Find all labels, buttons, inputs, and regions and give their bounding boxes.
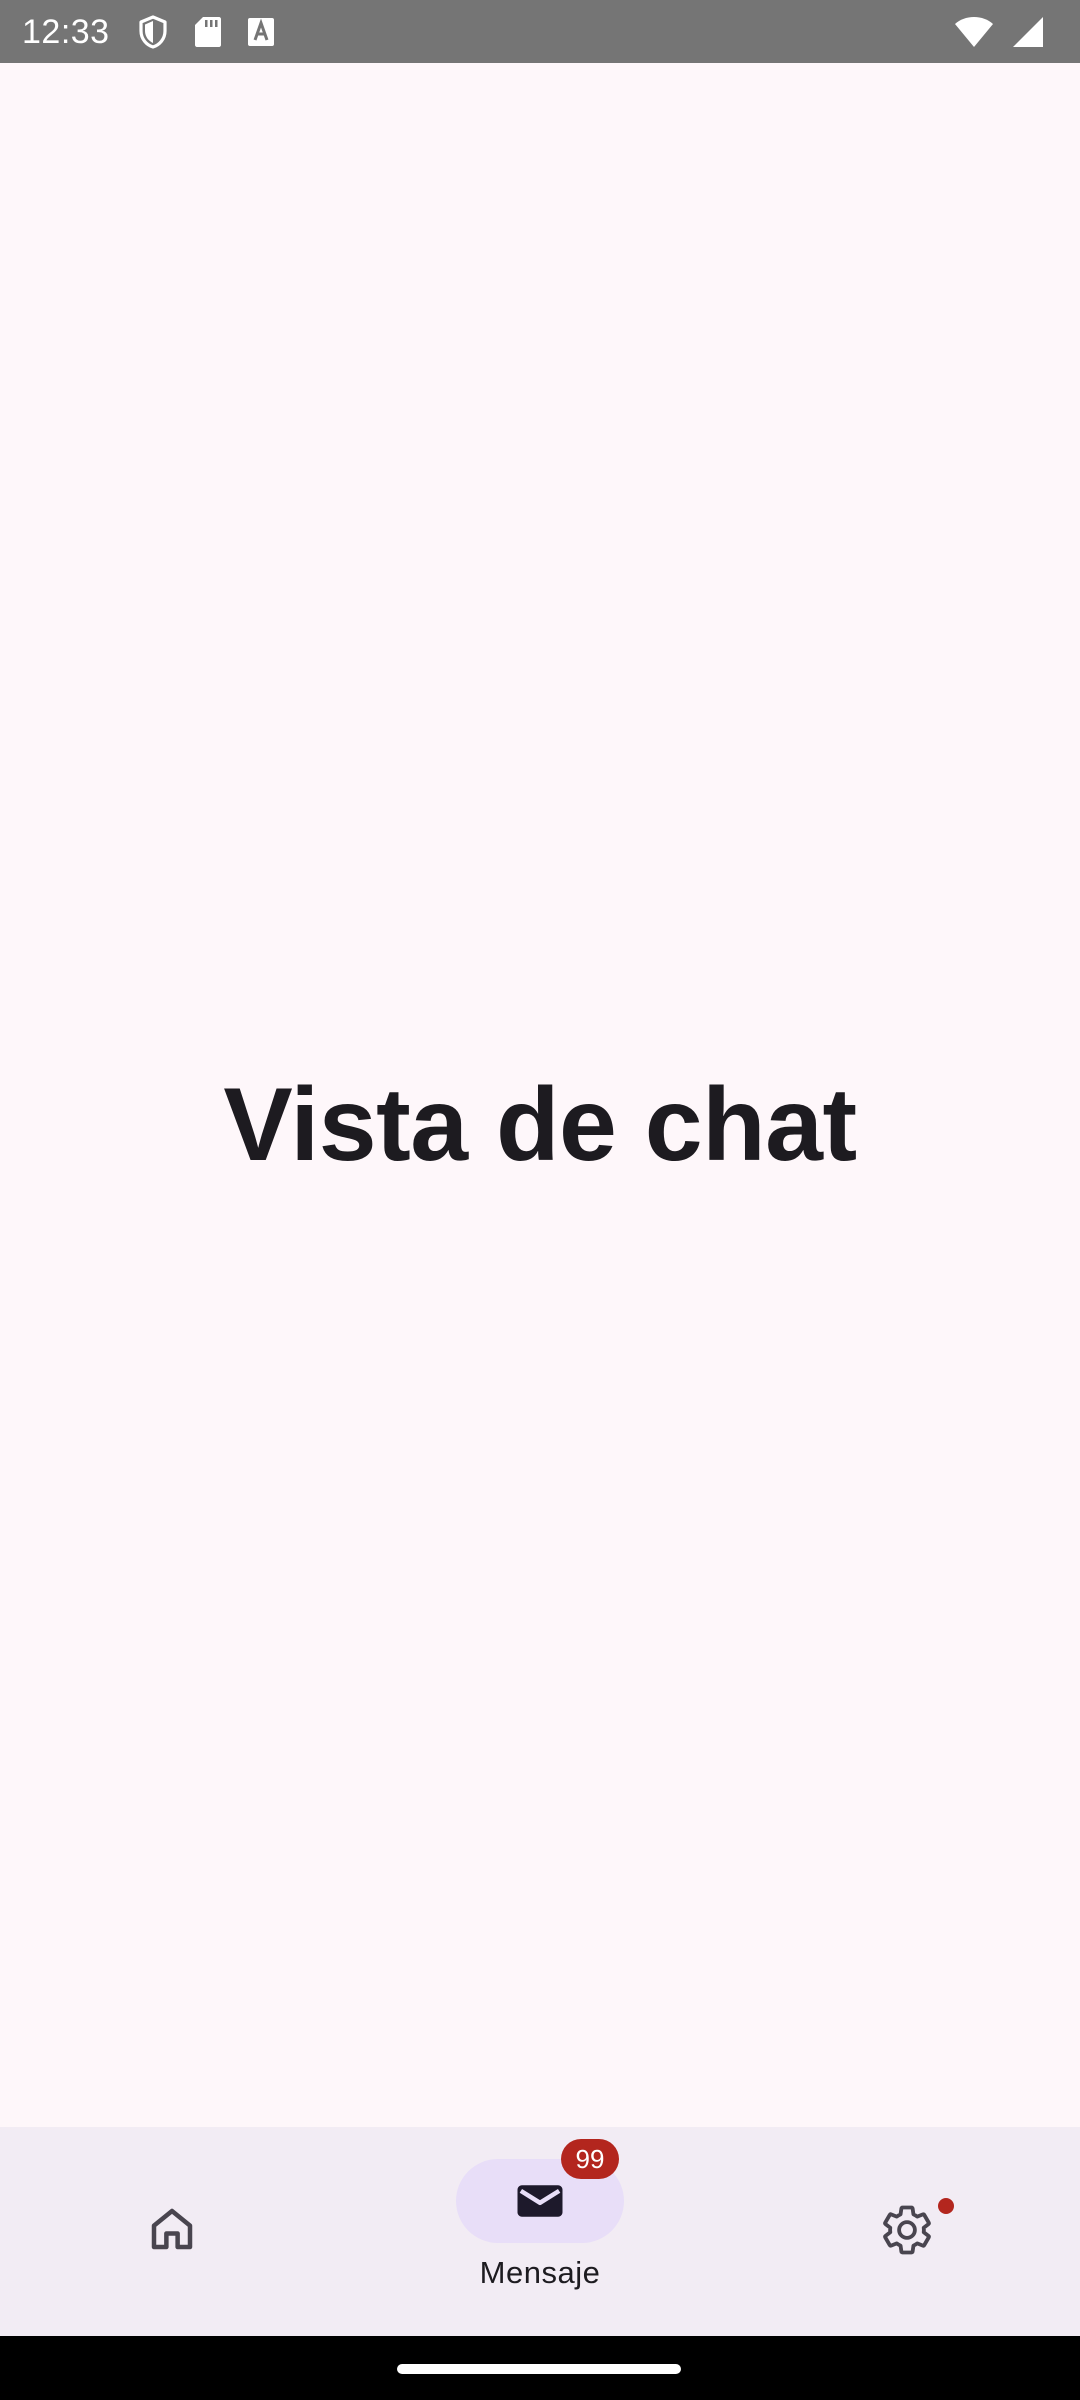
notification-dot (938, 2198, 954, 2214)
mail-icon (513, 2174, 567, 2228)
page-title: Vista de chat (223, 1066, 857, 1183)
a-letter-icon (247, 17, 274, 46)
sd-card-icon (194, 16, 222, 48)
home-icon (145, 2202, 199, 2256)
status-left-icons (138, 14, 274, 49)
nav-item-messages[interactable]: 99 Mensaje (360, 2127, 720, 2336)
status-time: 12:33 (22, 12, 110, 51)
bottom-navigation: 99 Mensaje (0, 2127, 1080, 2336)
status-bar: 12:33 (0, 0, 1080, 63)
cell-signal-icon (1012, 16, 1044, 48)
status-right-icons (954, 16, 1058, 48)
gear-icon (880, 2203, 934, 2257)
gesture-handle[interactable] (397, 2364, 681, 2374)
screen: 12:33 Vista de chat 99 Mensaje (0, 0, 1080, 2400)
unread-count-badge: 99 (561, 2139, 619, 2179)
shield-icon (138, 14, 168, 49)
main-content: Vista de chat (0, 63, 1080, 2127)
system-gesture-area (0, 2336, 1080, 2400)
nav-label-messages: Mensaje (479, 2255, 601, 2290)
wifi-icon (954, 16, 994, 48)
nav-item-home[interactable] (0, 2127, 360, 2336)
nav-item-settings[interactable] (720, 2127, 1080, 2336)
